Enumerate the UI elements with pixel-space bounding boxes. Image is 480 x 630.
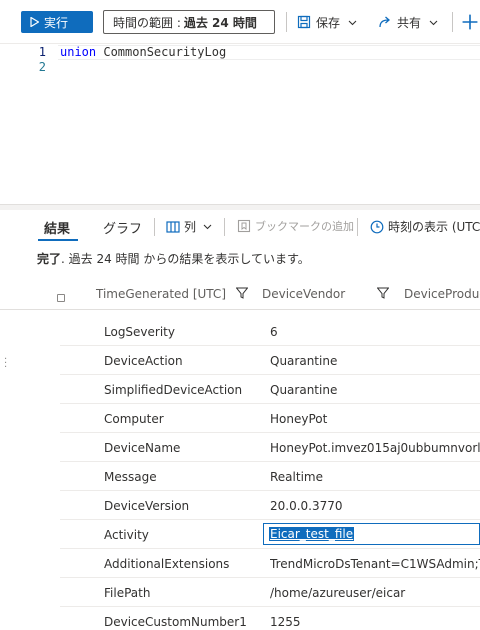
- run-button[interactable]: 実行: [21, 11, 93, 33]
- field-name: SimplifiedDeviceAction: [104, 383, 243, 397]
- editor-line: 2: [0, 60, 480, 75]
- add-bookmark-button[interactable]: ブックマークの追加: [237, 218, 354, 234]
- status-message: 完了. 過去 24 時間 からの結果を表示しています。: [37, 250, 310, 267]
- field-value[interactable]: Realtime: [270, 470, 480, 484]
- table-row[interactable]: Computer HoneyPot: [60, 404, 480, 433]
- tab-results[interactable]: 結果: [44, 218, 70, 237]
- columns-button[interactable]: 列: [166, 218, 212, 235]
- field-value[interactable]: HoneyPot.imvez015aj0ubbumnvorlithla.lx: [270, 441, 480, 455]
- column-header-deviceproduct[interactable]: DeviceProduct: [404, 287, 480, 301]
- toolbar-separator: [452, 12, 453, 32]
- time-display-label: 時刻の表示 (UTC+: [388, 220, 480, 234]
- tab-separator: [357, 218, 358, 236]
- chevron-down-icon: [429, 20, 438, 25]
- share-button[interactable]: 共有: [378, 12, 438, 32]
- results-tabbar: 結果 グラフ 列 ブックマークの追加 時刻の表示 (UTC+: [0, 212, 480, 242]
- save-icon: [297, 15, 311, 29]
- code-rest: CommonSecurityLog: [96, 45, 227, 59]
- columns-label: 列: [184, 220, 197, 234]
- table-row[interactable]: FilePath/home/azureuser/eicar: [60, 578, 480, 607]
- share-icon: [379, 16, 390, 28]
- pane-divider[interactable]: [0, 204, 480, 210]
- new-query-button[interactable]: [462, 12, 478, 32]
- field-name: FilePath: [104, 586, 151, 600]
- table-row[interactable]: SimplifiedDeviceAction Quarantine: [60, 375, 480, 404]
- clock-icon: [370, 220, 384, 233]
- bookmark-label: ブックマークの追加: [255, 220, 354, 233]
- chevron-down-icon: [348, 20, 357, 25]
- field-name: AdditionalExtensions: [104, 557, 230, 571]
- column-header-timegenerated[interactable]: TimeGenerated [UTC]: [96, 287, 226, 301]
- tab-separator: [154, 218, 155, 236]
- time-range-label: 時間の範囲 :: [113, 15, 181, 30]
- tab-separator: [224, 218, 225, 236]
- tab-chart[interactable]: グラフ: [103, 218, 142, 237]
- table-row[interactable]: AdditionalExtensions TrendMicroDsTenant=C…: [60, 549, 480, 578]
- field-name: Computer: [104, 412, 164, 426]
- table-row[interactable]: Message Realtime: [60, 462, 480, 491]
- field-name: Message: [104, 470, 157, 484]
- status-bold: 完了: [37, 252, 62, 266]
- code-keyword: union: [60, 45, 97, 59]
- code-text: union CommonSecurityLog: [60, 45, 226, 60]
- table-row[interactable]: DeviceName HoneyPot.imvez015aj0ubbumnvorl…: [60, 433, 480, 462]
- run-label: 実行: [44, 15, 69, 30]
- filter-icon[interactable]: [377, 287, 389, 299]
- field-value[interactable]: 20.0.0.3770: [270, 499, 480, 513]
- table-row[interactable]: Activity Eicar_test_file: [60, 520, 480, 549]
- column-header-devicevendor[interactable]: DeviceVendor: [262, 287, 345, 301]
- query-editor[interactable]: 1 union CommonSecurityLog 2: [0, 44, 480, 204]
- time-range-button[interactable]: 時間の範囲 : 過去 24 時間: [103, 10, 275, 34]
- save-label: 保存: [316, 15, 341, 30]
- status-text: . 過去 24 時間 からの結果を表示しています。: [61, 252, 310, 266]
- field-value[interactable]: 1255: [270, 615, 480, 629]
- time-display-button[interactable]: 時刻の表示 (UTC+: [370, 218, 480, 235]
- field-name: Activity: [104, 528, 149, 542]
- field-name: DeviceCustomNumber1: [104, 615, 247, 629]
- field-value[interactable]: HoneyPot: [270, 412, 480, 426]
- table-row[interactable]: DeviceCustomNumber1 1255: [60, 607, 480, 630]
- field-value[interactable]: TrendMicroDsTenant=C1WSAdmin;TrendM: [270, 557, 480, 571]
- field-name: DeviceAction: [104, 354, 183, 368]
- field-value[interactable]: 6: [270, 325, 480, 339]
- columns-icon: [166, 220, 180, 233]
- line-number: 1: [38, 45, 46, 59]
- bookmark-icon: [237, 219, 251, 233]
- table-row[interactable]: DeviceVersion 20.0.0.3770: [60, 491, 480, 520]
- field-value[interactable]: Quarantine: [270, 354, 480, 368]
- toolbar-separator: [286, 12, 287, 32]
- table-row[interactable]: LogSeverity 6: [60, 317, 480, 346]
- selected-value-text: Eicar_test_file: [269, 527, 355, 541]
- table-header: TimeGenerated [UTC] DeviceVendor DeviceP…: [0, 276, 480, 310]
- drag-handle-icon[interactable]: · · ·: [4, 355, 7, 373]
- table-row[interactable]: DeviceAction Quarantine: [60, 346, 480, 375]
- active-tab-indicator: [38, 239, 78, 241]
- time-range-value: 過去 24 時間: [183, 15, 257, 30]
- field-value[interactable]: /home/azureuser/eicar: [270, 586, 480, 600]
- plus-icon: [462, 14, 478, 30]
- query-toolbar: 実行 時間の範囲 : 過去 24 時間 保存 共有: [0, 0, 480, 44]
- line-number: 2: [38, 60, 46, 74]
- play-icon: [30, 17, 39, 27]
- field-name: DeviceName: [104, 441, 181, 455]
- chevron-down-icon: [203, 224, 212, 230]
- field-value[interactable]: Quarantine: [270, 383, 480, 397]
- select-all-checkbox[interactable]: [57, 294, 65, 302]
- filter-icon[interactable]: [236, 287, 248, 299]
- field-name: DeviceVersion: [104, 499, 190, 513]
- field-name: LogSeverity: [104, 325, 175, 339]
- share-label: 共有: [397, 15, 422, 30]
- field-value[interactable]: Eicar_test_file: [263, 523, 480, 545]
- editor-line: 1 union CommonSecurityLog: [0, 45, 480, 60]
- save-button[interactable]: 保存: [297, 12, 357, 32]
- record-details: LogSeverity 6 DeviceAction Quarantine Simpli…: [60, 317, 480, 630]
